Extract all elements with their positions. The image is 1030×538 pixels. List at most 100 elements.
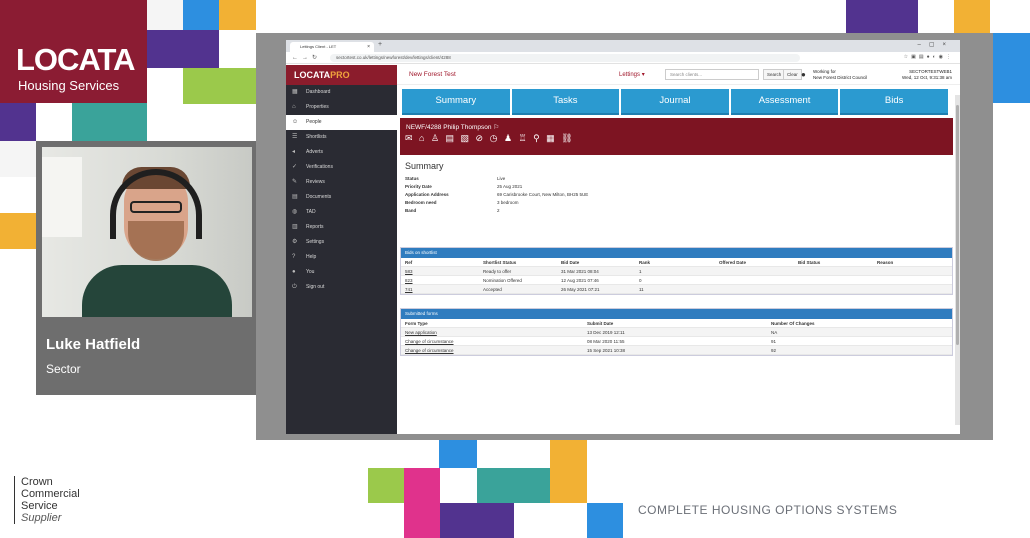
table-cell: 08 Mar 2020 11:55: [587, 339, 625, 344]
close-tab-icon[interactable]: ×: [367, 42, 370, 52]
window-controls[interactable]: –▢×: [917, 41, 954, 48]
summary-row: Bedroom need 3 bedroom: [405, 199, 945, 207]
row-link[interactable]: 741: [405, 285, 413, 294]
summary-section: Summary Status Live Priority Date 25 Aug 20…: [405, 161, 945, 215]
summary-value: Live: [497, 176, 506, 181]
tab-assessment[interactable]: Assessment: [730, 89, 839, 115]
table-row: 741 Accepted 26 May 2021 07:21 11: [401, 285, 952, 294]
sidebar-item-you[interactable]: ● You: [286, 265, 397, 280]
sidebar-item-tad[interactable]: ◍ TAD: [286, 205, 397, 220]
client-search-input[interactable]: Search clients...: [665, 69, 759, 80]
working-for-value: New Forest District Council: [813, 75, 868, 80]
document-icon: ▤: [292, 194, 298, 200]
user-info: SECTORTESTWEB1 Wed, 12 Oct, 9:31:38 am: [902, 69, 952, 81]
table-cell: 92: [771, 348, 777, 353]
sidebar-item-label: Dashboard: [306, 89, 331, 95]
locata-logo: LOCATA Housing Services: [0, 0, 147, 103]
ccs-supplier-logo: Crown Commercial Service Supplier: [14, 476, 80, 524]
sidebar-item-shortlists[interactable]: ☰ Shortlists: [286, 130, 397, 145]
summary-value: 69 Carisbrooke Court, New Milton, BH25 5…: [497, 192, 589, 197]
page-scrollbar[interactable]: [955, 95, 960, 425]
forms-table: Form Type Submit Date Number Of Changes New…: [401, 319, 952, 355]
app-sidebar: LOCATAPRO ▦ Dashboard ⌂ Properties ☺ People ☰ S…: [286, 65, 397, 434]
column-header: Ref: [405, 260, 413, 265]
table-cell: NA: [771, 330, 778, 335]
sidebar-item-verifications[interactable]: ✓ Verifications: [286, 160, 397, 175]
working-for: Working for New Forest District Council: [813, 69, 867, 81]
sidebar-item-properties[interactable]: ⌂ Properties: [286, 100, 397, 115]
pencil-icon: ✎: [292, 179, 298, 185]
decor-tile: [368, 468, 404, 503]
column-header: Number Of Changes: [771, 321, 815, 326]
decor-tile: [550, 440, 587, 503]
row-link[interactable]: Change of circumstance: [405, 346, 454, 355]
sidebar-item-label: Settings: [306, 239, 325, 245]
client-action-icons[interactable]: ✉ ⌂ ♙ ▤ ▧ ⊘ ◷ ♟ ♖ ⚲ ▦ ⛓: [405, 133, 575, 144]
row-link[interactable]: New application: [405, 328, 437, 337]
extension-icons[interactable]: ☆▣▤●◐◉⋮: [904, 54, 954, 60]
tab-journal[interactable]: Journal: [621, 89, 729, 115]
table-cell: 91: [771, 339, 777, 344]
tagline: COMPLETE HOUSING OPTIONS SYSTEMS: [638, 503, 898, 517]
decor-tile: [0, 141, 36, 177]
table-cell: 0: [639, 278, 642, 283]
sidebar-item-label: Documents: [306, 194, 332, 200]
module-menu-label: Lettings: [619, 72, 641, 78]
sidebar-item-sign-out[interactable]: ⏻ Sign out: [286, 280, 397, 295]
column-header: Rank: [639, 260, 651, 265]
sidebar-item-reports[interactable]: ▥ Reports: [286, 220, 397, 235]
browser-nav-icons[interactable]: ←→↻: [292, 54, 321, 61]
sidebar-item-dashboard[interactable]: ▦ Dashboard: [286, 85, 397, 100]
column-header: Submit Date: [587, 321, 614, 326]
sidebar-item-documents[interactable]: ▤ Documents: [286, 190, 397, 205]
row-link[interactable]: 823: [405, 276, 413, 285]
summary-row: Priority Date 25 Aug 2021: [405, 183, 945, 191]
summary-key: Status: [405, 176, 419, 181]
sidebar-item-label: Reviews: [306, 179, 325, 185]
tab-tasks[interactable]: Tasks: [511, 89, 620, 115]
table-cell: Accepted: [483, 287, 502, 292]
sidebar-item-label: Reports: [306, 224, 324, 230]
sidebar-item-reviews[interactable]: ✎ Reviews: [286, 175, 397, 190]
tab-summary[interactable]: Summary: [402, 89, 510, 115]
summary-value: 25 Aug 2021: [497, 184, 523, 189]
logo-brand-text: LOCATA: [16, 42, 136, 77]
summary-key: Band: [405, 208, 417, 213]
bids-panel-title: Bids on shortlist: [401, 248, 952, 258]
forms-panel-title: Submitted forms: [401, 309, 952, 319]
flag-icon[interactable]: ⚐: [493, 124, 499, 131]
table-row: Change of circumstance 08 Mar 2020 11:55 9…: [401, 337, 952, 346]
search-button[interactable]: Search: [763, 69, 786, 80]
decor-tile: [0, 103, 36, 141]
scrollbar-thumb[interactable]: [956, 105, 959, 345]
presenter-video-frame: [36, 141, 258, 395]
clear-button[interactable]: Clear: [783, 69, 802, 80]
org-title: New Forest Test: [409, 71, 456, 78]
check-icon: ✓: [292, 164, 298, 170]
tab-bids[interactable]: Bids: [840, 89, 948, 115]
sidebar-item-settings[interactable]: ⚙ Settings: [286, 235, 397, 250]
sidebar-item-people[interactable]: ☺ People: [286, 115, 397, 130]
sidebar-item-help[interactable]: ? Help: [286, 250, 397, 265]
row-link[interactable]: Change of circumstance: [405, 337, 454, 346]
sidebar-item-label: Shortlists: [306, 134, 327, 140]
globe-icon: ◍: [292, 209, 298, 215]
module-menu[interactable]: Lettings ▾: [619, 71, 645, 78]
row-link[interactable]: 583: [405, 267, 413, 276]
presenter-role: Sector: [46, 362, 81, 376]
new-tab-icon[interactable]: +: [378, 41, 382, 48]
help-icon: ?: [292, 254, 296, 260]
decor-tile: [587, 503, 623, 538]
decor-tile: [0, 213, 36, 249]
address-bar[interactable]: sectortest.co.uk/lettings/newforest/dev/…: [330, 54, 800, 62]
house-icon: ⌂: [292, 104, 296, 110]
table-cell: 1: [639, 269, 642, 274]
app-main: New Forest Test Lettings ▾ Search client…: [397, 65, 960, 434]
sidebar-item-adverts[interactable]: ◂ Adverts: [286, 145, 397, 160]
client-name: NEWF/4288 Philip Thompson ⚐: [406, 123, 499, 131]
decor-tile: [183, 0, 219, 30]
browser-tab[interactable]: Lettings Client - LET ×: [290, 42, 374, 52]
decor-tile: [183, 68, 256, 104]
table-cell: Nomination Offered: [483, 278, 522, 283]
browser-tabbar: Lettings Client - LET × + –▢×: [286, 40, 960, 52]
